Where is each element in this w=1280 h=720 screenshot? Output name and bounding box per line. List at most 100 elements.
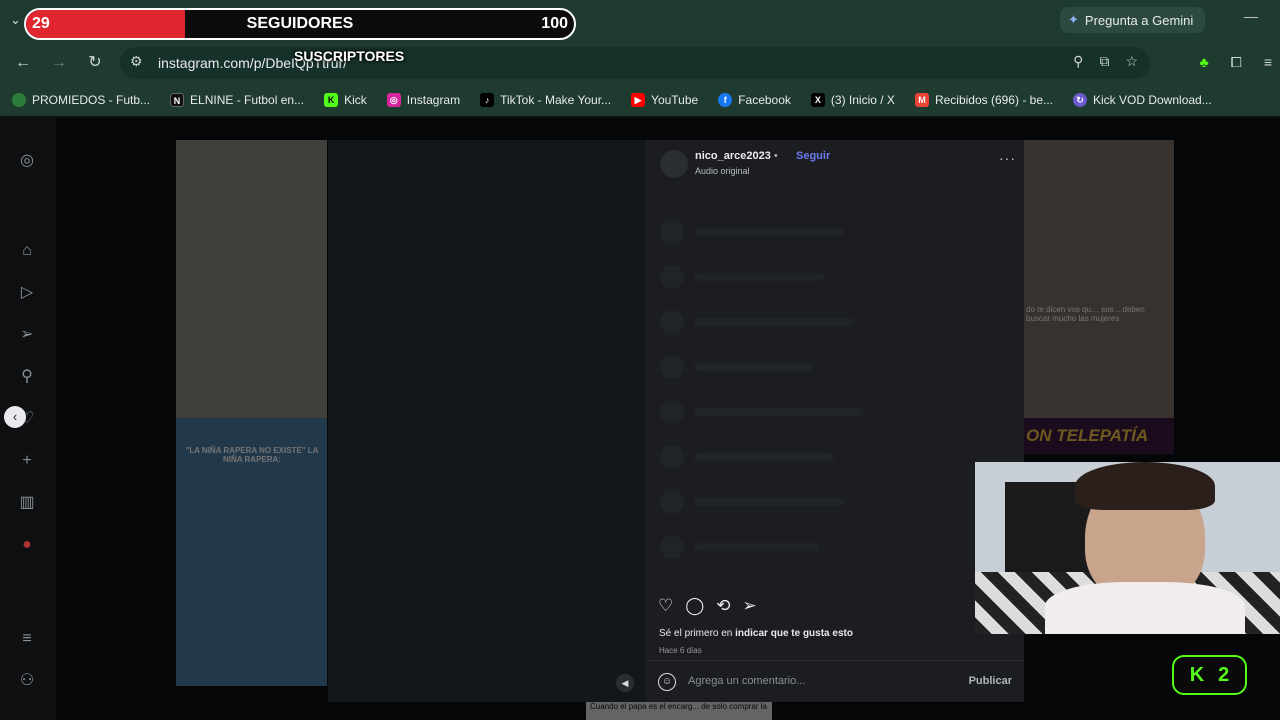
author-avatar[interactable] [660, 150, 688, 178]
author-username[interactable]: nico_arce2023 • [695, 150, 778, 162]
reload-icon[interactable]: ↻ [84, 52, 106, 74]
post-time: Hace 6 días [659, 646, 702, 655]
username-text[interactable]: nico_arce2023 [695, 150, 771, 162]
bookmark-kick[interactable]: K Kick [324, 93, 367, 107]
separator-dot: • [773, 150, 778, 162]
post-actions: ♡ ◯ ⟲ ➢ [658, 596, 757, 616]
grid-post-3-caption: do te dicen vos qu… sos ...deben buscar … [1026, 305, 1145, 323]
tiktok-icon: ♪ [480, 93, 495, 107]
bookmark-label: Kick [344, 93, 367, 107]
kick-vod-icon: ↻ [1073, 93, 1087, 107]
address-bar[interactable]: ⚙ instagram.com/p/DbeIQpTtrur/ ⚲ ⧉ ☆ [120, 47, 1150, 79]
bookmark-label: Kick VOD Download... [1093, 93, 1212, 107]
placeholder-line [694, 408, 864, 416]
grid-post-4[interactable]: ON TELEPATÍA [1024, 418, 1174, 454]
bookmark-elnine[interactable]: N ELNINE - Futbol en... [170, 93, 304, 107]
create-icon[interactable]: + [16, 450, 38, 472]
subscriber-goal-bar: 29 SEGUIDORES 100 [24, 8, 576, 40]
emoji-icon[interactable]: ☺ [658, 673, 676, 691]
webcam-person-hair [1075, 462, 1215, 510]
bookmark-instagram[interactable]: ◎ Instagram [386, 93, 460, 107]
profile-avatar-icon[interactable]: ● [16, 534, 38, 556]
placeholder-avatar [660, 400, 684, 424]
subscriber-goal-title: SEGUIDORES [246, 15, 354, 32]
webcam-overlay [975, 462, 1280, 634]
follow-button[interactable]: Seguir [796, 150, 830, 162]
comment-icon[interactable]: ◯ [685, 596, 704, 616]
placeholder-line [694, 228, 844, 236]
extension-kick-icon[interactable]: ♣ [1199, 54, 1208, 71]
like-action-link[interactable]: indicar que te gusta esto [735, 628, 853, 639]
bookmark-promiedos[interactable]: PROMIEDOS - Futb... [12, 93, 150, 107]
elnine-icon: N [170, 93, 185, 107]
subscriber-goal-target: 100 [541, 15, 568, 32]
bookmark-tiktok[interactable]: ♪ TikTok - Make Your... [480, 93, 611, 107]
instagram-icon: ◎ [386, 93, 401, 107]
comment-input[interactable]: Agrega un comentario... [688, 675, 805, 687]
reels-icon[interactable]: ▷ [16, 282, 38, 304]
grid-post-4-banner: ON TELEPATÍA [1026, 426, 1149, 445]
extensions-puzzle-icon[interactable]: ⧠ [1231, 54, 1242, 71]
bookmark-gmail[interactable]: M Recibidos (696) - be... [914, 93, 1053, 107]
x-icon: X [810, 93, 825, 107]
bookmark-label: Recibidos (696) - be... [934, 93, 1053, 107]
install-app-icon[interactable]: ⧉ [1099, 53, 1109, 70]
bookmarks-bar: PROMIEDOS - Futb... N ELNINE - Futbol en… [0, 84, 1280, 116]
search-icon[interactable]: ⚲ [16, 366, 38, 388]
repost-icon[interactable]: ⟲ [716, 596, 730, 616]
gemini-label: Pregunta a Gemini [1084, 12, 1194, 28]
mute-icon[interactable]: ◀ [616, 674, 634, 692]
placeholder-line [694, 363, 814, 371]
forward-icon[interactable]: → [48, 52, 70, 74]
likes-prefix: Sé el primero en [659, 628, 736, 639]
bookmark-kick-vod[interactable]: ↻ Kick VOD Download... [1073, 93, 1212, 107]
webcam-person-shirt [1045, 582, 1245, 634]
placeholder-avatar [660, 265, 684, 289]
messages-icon[interactable]: ➢ [16, 324, 38, 346]
bookmark-youtube[interactable]: ▶ YouTube [631, 93, 698, 107]
grid-post-3[interactable]: do te dicen vos qu… sos ...deben buscar … [1024, 140, 1174, 418]
bookmark-label: TikTok - Make Your... [500, 93, 612, 107]
previous-post-button[interactable]: ‹ [4, 406, 26, 428]
bookmark-facebook[interactable]: f Facebook [718, 93, 791, 107]
placeholder-avatar [660, 355, 684, 379]
publish-button[interactable]: Publicar [969, 675, 1012, 687]
like-heart-icon[interactable]: ♡ [658, 596, 673, 616]
grid-post-1[interactable] [176, 140, 327, 418]
audio-label[interactable]: Audio original [695, 166, 750, 176]
promiedos-icon [12, 93, 26, 107]
bookmark-x[interactable]: X (3) Inicio / X [810, 93, 895, 107]
gmail-icon: M [914, 93, 929, 107]
toolbar: ← → ↻ ⚙ instagram.com/p/DbeIQpTtrur/ ⚲ ⧉… [0, 42, 1280, 84]
grid-post-5-caption: Cuando el papa es el encarg... de solo c… [590, 702, 768, 711]
kick-logo-icon: K [1189, 663, 1205, 686]
likes-text: Sé el primero en indicar que te gusta es… [659, 628, 853, 639]
placeholder-line [694, 453, 834, 461]
bookmark-label: PROMIEDOS - Futb... [32, 93, 151, 107]
zoom-icon[interactable]: ⚲ [1073, 53, 1083, 70]
site-settings-icon[interactable]: ⚙ [130, 53, 143, 70]
grid-post-5[interactable]: Cuando el papa es el encarg... de solo c… [586, 700, 772, 720]
bookmark-star-icon[interactable]: ☆ [1125, 53, 1138, 70]
grid-post-2[interactable]: "LA NIÑA RAPERA NO EXISTE" LA NIÑA RAPER… [176, 418, 327, 686]
kick-icon: K [324, 93, 339, 107]
tab-search-chevron-icon[interactable]: ⌄ [10, 12, 21, 28]
dashboard-icon[interactable]: ▥ [16, 492, 38, 514]
placeholder-avatar [660, 445, 684, 469]
post-media-area[interactable] [328, 140, 646, 702]
bookmark-label: (3) Inicio / X [830, 93, 895, 107]
more-options-icon[interactable]: ··· [999, 150, 1016, 166]
home-icon[interactable]: ⌂ [16, 240, 38, 262]
share-icon[interactable]: ➢ [743, 596, 757, 616]
facebook-icon: f [718, 93, 733, 107]
youtube-icon: ▶ [631, 93, 646, 107]
minimize-icon[interactable]: — [1244, 8, 1258, 24]
menu-icon[interactable]: ≡ [16, 628, 38, 650]
placeholder-avatar [660, 220, 684, 244]
reading-list-icon[interactable]: ≡ [1264, 54, 1272, 71]
back-icon[interactable]: ← [12, 52, 34, 74]
more-apps-icon[interactable]: ⚇ [16, 670, 38, 692]
gemini-button[interactable]: ✦ Pregunta a Gemini [1060, 7, 1206, 33]
comment-bar: ☺ Agrega un comentario... Publicar [646, 660, 1024, 702]
instagram-logo-icon[interactable]: ◎ [16, 150, 38, 172]
